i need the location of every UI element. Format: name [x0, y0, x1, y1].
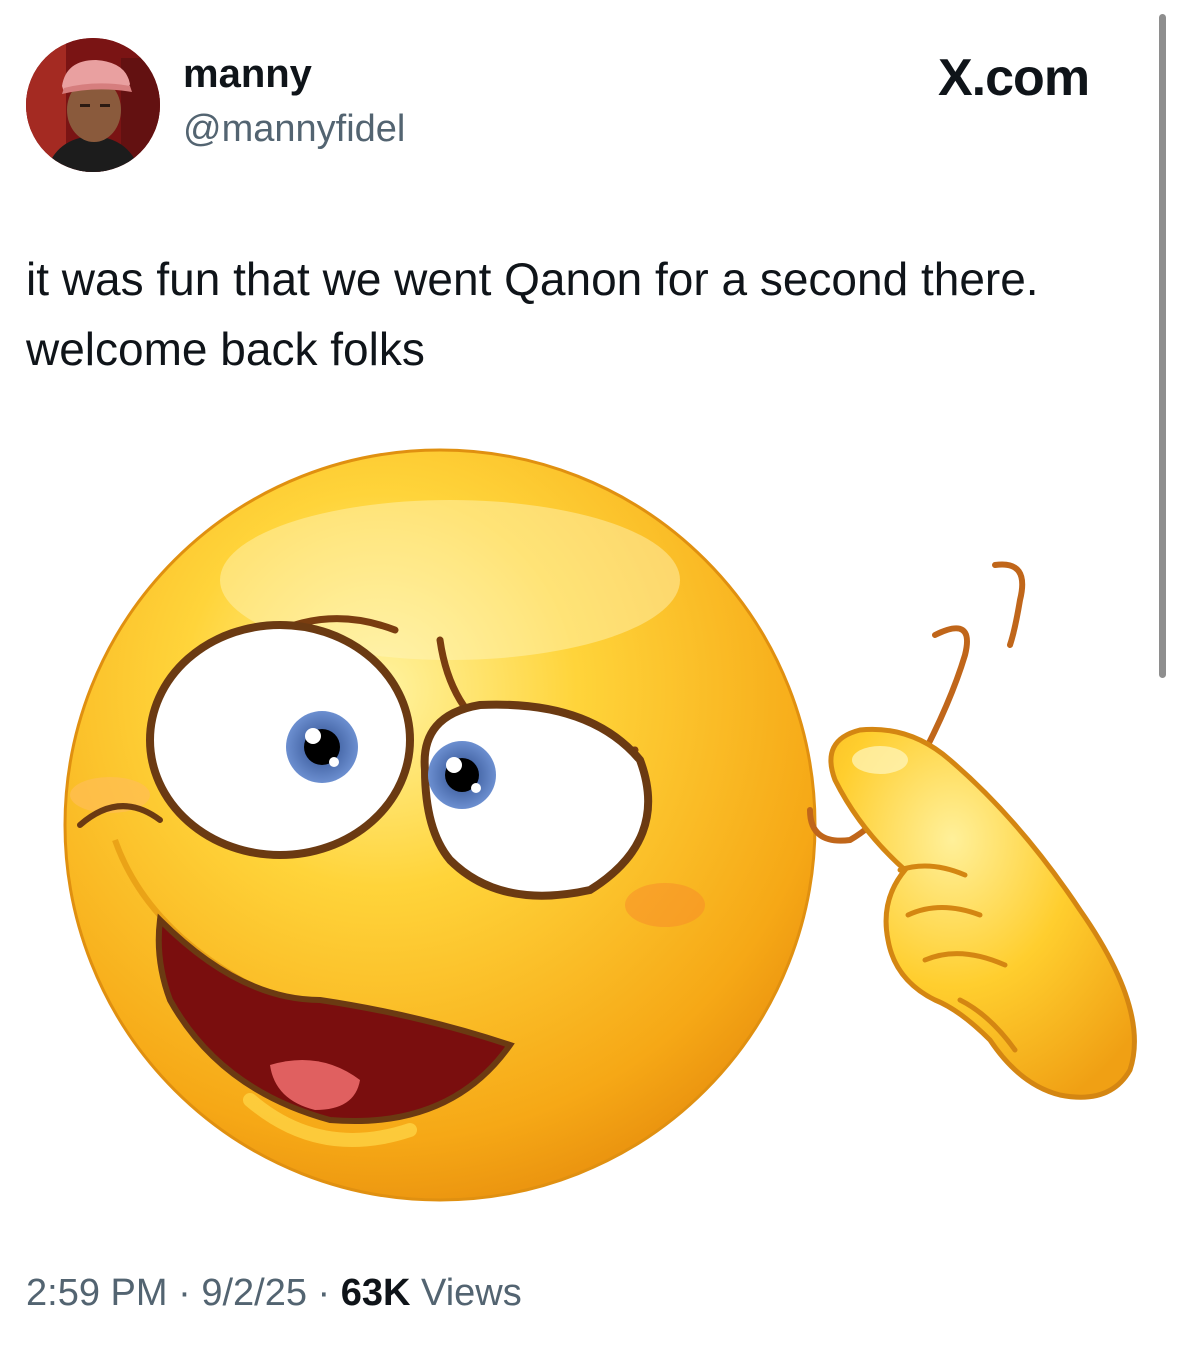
tweet-date[interactable]: 9/2/25 [201, 1272, 307, 1314]
scrollbar[interactable] [1159, 14, 1166, 678]
brand-logo: X.com [938, 49, 1090, 107]
meta-separator: · [317, 1272, 331, 1314]
tweet-meta: 2:59 PM · 9/2/25 · 63K Views [26, 1272, 522, 1315]
tweet-time[interactable]: 2:59 PM [26, 1272, 168, 1314]
views-count: 63K [340, 1272, 411, 1314]
views-label: Views [421, 1272, 522, 1314]
tweet-text: it was fun that we went Qanon for a seco… [26, 253, 1039, 375]
author-handle[interactable]: @mannyfidel [183, 108, 405, 151]
author-display-name[interactable]: manny [183, 52, 312, 97]
avatar[interactable] [26, 38, 160, 172]
avatar-photo [26, 38, 160, 172]
meta-separator: · [178, 1272, 191, 1314]
crazy-emoji-icon [30, 440, 1160, 1220]
